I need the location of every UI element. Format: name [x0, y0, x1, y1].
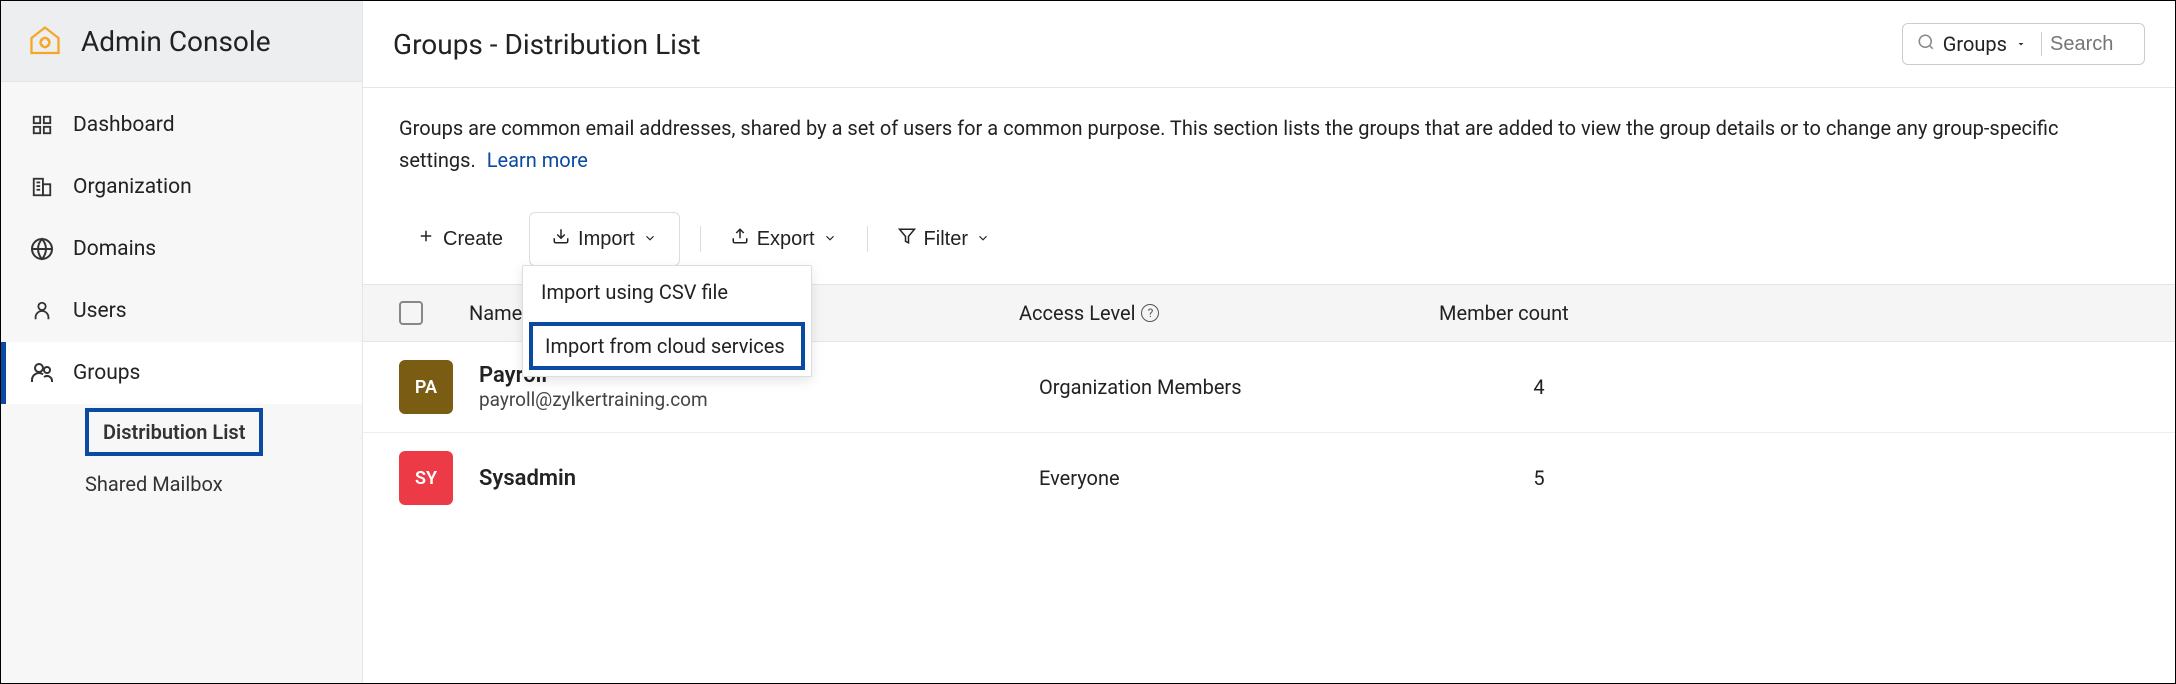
app-title: Admin Console [81, 25, 271, 58]
export-label: Export [757, 228, 815, 251]
toolbar-divider [867, 226, 868, 252]
filter-button[interactable]: Filter [880, 217, 1008, 261]
row-access-cell: Organization Members [1039, 375, 1459, 399]
sidebar-sub-shared-mailbox[interactable]: Shared Mailbox [85, 460, 362, 508]
group-email: payroll@zylkertraining.com [479, 388, 1039, 411]
create-button[interactable]: Create [399, 217, 521, 261]
sidebar-item-users[interactable]: Users [1, 280, 362, 342]
description-text: Groups are common email addresses, share… [399, 116, 2058, 172]
search-area: Groups [1902, 23, 2145, 65]
sidebar-sub-distribution-list[interactable]: Distribution List [85, 408, 263, 456]
import-label: Import [578, 228, 635, 251]
column-access: Access Level ? [1019, 301, 1439, 325]
building-icon [29, 174, 55, 200]
sidebar-item-label: Domains [73, 237, 156, 261]
chevron-down-icon [976, 228, 990, 251]
sidebar-header: Admin Console [1, 1, 362, 82]
import-button[interactable]: Import [534, 217, 675, 261]
upload-icon [731, 227, 749, 251]
globe-icon [29, 236, 55, 262]
chevron-down-icon [823, 228, 837, 251]
sidebar-sub-label: Distribution List [103, 420, 245, 444]
help-icon[interactable]: ? [1141, 304, 1159, 322]
dropdown-item-label: Import from cloud services [545, 334, 785, 358]
row-count-cell: 5 [1459, 466, 1619, 490]
learn-more-link[interactable]: Learn more [487, 148, 588, 172]
sidebar-item-groups[interactable]: Groups [1, 342, 362, 404]
select-all-checkbox[interactable] [399, 301, 423, 325]
main-content: Groups - Distribution List Groups Groups… [363, 1, 2175, 683]
grid-icon [29, 112, 55, 138]
sidebar: Admin Console Dashboard Organization Dom… [1, 1, 363, 683]
row-count-cell: 4 [1459, 375, 1619, 399]
caret-down-icon [2015, 34, 2027, 55]
sidebar-item-label: Dashboard [73, 113, 175, 137]
toolbar-divider [700, 226, 701, 252]
sidebar-item-label: Organization [73, 175, 192, 199]
sidebar-item-domains[interactable]: Domains [1, 218, 362, 280]
home-gear-icon [27, 23, 63, 59]
group-name: Sysadmin [479, 466, 1039, 491]
sidebar-item-label: Groups [73, 361, 140, 385]
sidebar-sub-label: Shared Mailbox [85, 472, 223, 496]
row-access-cell: Everyone [1039, 466, 1459, 490]
column-access-label: Access Level [1019, 301, 1135, 325]
sidebar-item-organization[interactable]: Organization [1, 156, 362, 218]
filter-icon [898, 227, 916, 251]
search-scope-label: Groups [1943, 32, 2007, 56]
sidebar-submenu: Distribution List Shared Mailbox [1, 404, 362, 508]
import-dropdown-wrapper: Import Import using CSV file Import from… [529, 212, 680, 266]
sidebar-item-dashboard[interactable]: Dashboard [1, 94, 362, 156]
avatar: SY [399, 451, 453, 505]
row-name-cell: Sysadmin [479, 466, 1039, 491]
toolbar: Create Import Import using CSV file [363, 184, 2175, 284]
import-dropdown-menu: Import using CSV file Import from cloud … [522, 265, 812, 377]
user-icon [29, 298, 55, 324]
main-header: Groups - Distribution List Groups [363, 1, 2175, 88]
page-title: Groups - Distribution List [393, 28, 701, 61]
table-row[interactable]: SY Sysadmin Everyone 5 [363, 433, 2175, 505]
download-icon [552, 227, 570, 251]
import-csv-item[interactable]: Import using CSV file [523, 266, 811, 318]
export-button[interactable]: Export [713, 217, 855, 261]
import-cloud-item[interactable]: Import from cloud services [529, 322, 805, 370]
users-icon [29, 360, 55, 386]
plus-icon [417, 227, 435, 251]
description-block: Groups are common email addresses, share… [363, 88, 2175, 184]
chevron-down-icon [643, 228, 657, 251]
filter-label: Filter [924, 228, 968, 251]
search-icon [1917, 33, 1935, 56]
search-scope-dropdown[interactable]: Groups [1917, 32, 2042, 56]
create-label: Create [443, 228, 503, 251]
dropdown-item-label: Import using CSV file [541, 280, 728, 304]
column-members: Member count [1439, 301, 1569, 325]
sidebar-nav: Dashboard Organization Domains Users [1, 82, 362, 508]
avatar: PA [399, 360, 453, 414]
sidebar-item-label: Users [73, 299, 127, 323]
search-input[interactable] [2050, 33, 2130, 56]
